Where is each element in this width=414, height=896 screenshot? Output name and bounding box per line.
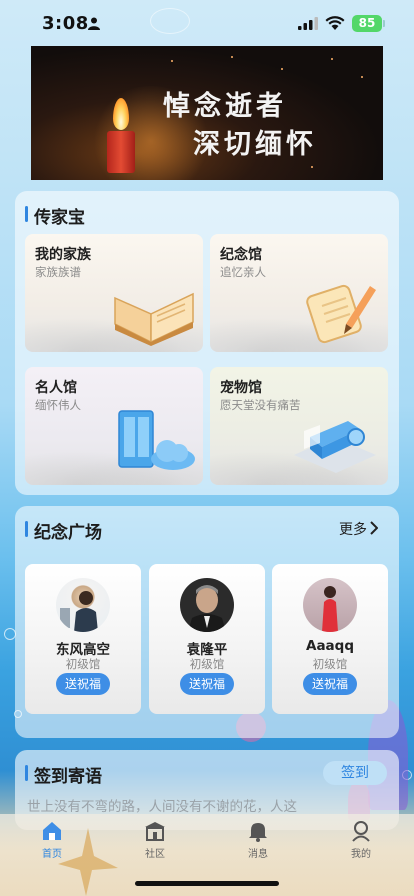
battery-indicator: 85 <box>352 15 382 32</box>
status-bar: 3:08 85 <box>0 0 414 46</box>
person-name: 袁隆平 <box>186 642 228 658</box>
projector-icon <box>294 421 376 473</box>
spark <box>231 56 233 58</box>
open-book-icon <box>114 292 194 346</box>
banner-line-2: 深切缅怀 <box>193 129 317 160</box>
signal-icon <box>298 17 318 30</box>
cabinet-cloud-icon <box>118 410 195 470</box>
checkin-title: 签到寄语 <box>25 762 102 787</box>
tile-subtitle: 追忆亲人 <box>220 265 266 279</box>
status-time: 3:08 <box>42 13 89 34</box>
memorial-card[interactable]: 袁隆平 初级馆 送祝福 <box>149 564 265 714</box>
spark <box>281 68 283 70</box>
send-blessing-button[interactable]: 送祝福 <box>180 673 234 695</box>
avatar-figure <box>60 591 98 632</box>
battery-tip <box>383 20 385 27</box>
checkin-button[interactable]: 签到 <box>323 761 387 785</box>
avatar <box>180 578 234 632</box>
tab-label: 我的 <box>351 849 371 860</box>
avatar <box>56 578 110 632</box>
person-name: 东风高空 <box>56 642 110 658</box>
community-icon <box>145 822 165 841</box>
profile-icon <box>352 821 370 842</box>
tile-subtitle: 缅怀伟人 <box>35 398 81 412</box>
send-blessing-button[interactable]: 送祝福 <box>303 673 357 695</box>
chevron-right-icon[interactable] <box>369 521 378 535</box>
tab-messages[interactable]: 消息 <box>228 820 288 866</box>
tab-label: 消息 <box>248 849 268 860</box>
memorial-card[interactable]: 东风高空 初级馆 送祝福 <box>25 564 141 714</box>
heritage-title: 传家宝 <box>25 203 85 228</box>
person-level: 初级馆 <box>312 657 348 671</box>
plaza-title: 纪念广场 <box>25 518 102 543</box>
battery-level: 85 <box>358 16 376 30</box>
checkin-verse: 世上没有不弯的路，人间没有不谢的花，人这 <box>27 799 297 815</box>
person-level: 初级馆 <box>189 657 225 671</box>
notepad-pencil-icon <box>306 284 376 344</box>
spark <box>171 60 173 62</box>
person-icon <box>88 17 100 30</box>
memorial-banner[interactable]: 悼念逝者 深切缅怀 <box>31 46 383 180</box>
memorial-card[interactable]: Aaaqq 初级馆 送祝福 <box>272 564 388 714</box>
tile-title: 名人馆 <box>35 380 77 396</box>
send-blessing-button[interactable]: 送祝福 <box>56 673 110 695</box>
avatar-figure <box>322 586 338 632</box>
home-indicator <box>135 881 279 886</box>
tile-memorial-hall[interactable]: 纪念馆 追忆亲人 <box>210 234 388 352</box>
spark <box>361 76 363 78</box>
tab-home[interactable]: 首页 <box>22 820 82 866</box>
avatar <box>303 578 357 632</box>
avatar-figure <box>188 585 226 632</box>
banner-line-1: 悼念逝者 <box>163 91 287 122</box>
tile-title: 宠物馆 <box>220 380 262 396</box>
tile-subtitle: 愿天堂没有痛苦 <box>220 398 301 412</box>
person-level: 初级馆 <box>65 657 101 671</box>
bell-icon <box>249 823 267 842</box>
tile-title: 我的家族 <box>35 247 91 263</box>
tile-subtitle: 家族族谱 <box>35 265 81 279</box>
tab-community[interactable]: 社区 <box>125 820 185 866</box>
tab-label: 首页 <box>42 849 62 860</box>
wifi-icon <box>325 16 345 30</box>
tile-celebrity-hall[interactable]: 名人馆 缅怀伟人 <box>25 367 203 485</box>
spark <box>311 166 313 168</box>
tab-profile[interactable]: 我的 <box>331 820 391 866</box>
candle-icon <box>107 131 135 173</box>
tile-my-family[interactable]: 我的家族 家族族谱 <box>25 234 203 352</box>
home-icon <box>43 822 61 840</box>
tile-pet-hall[interactable]: 宠物馆 愿天堂没有痛苦 <box>210 367 388 485</box>
person-name: Aaaqq <box>306 638 354 654</box>
spark <box>331 58 333 60</box>
tab-label: 社区 <box>145 849 165 860</box>
tile-title: 纪念馆 <box>220 247 262 263</box>
more-link[interactable]: 更多 <box>339 519 367 539</box>
